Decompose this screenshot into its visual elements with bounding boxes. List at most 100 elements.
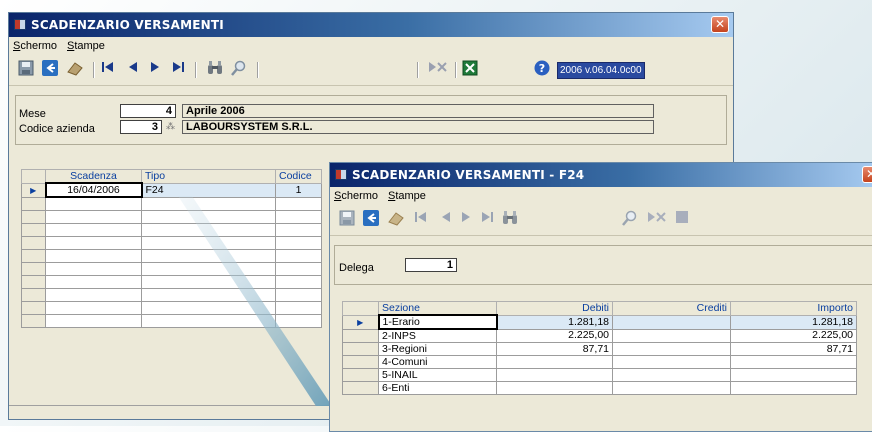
table-row[interactable]: ▶ 16/04/2006 F24 1 <box>21 182 322 198</box>
floppy-icon[interactable] <box>17 60 35 80</box>
cell-sezione[interactable]: 4-Comuni <box>378 355 497 369</box>
mese-label: Mese <box>19 108 46 120</box>
col-tipo[interactable]: Tipo <box>141 169 276 184</box>
table-row[interactable] <box>21 262 322 276</box>
table-row[interactable] <box>21 301 322 315</box>
col-importo[interactable]: Importo <box>730 301 857 316</box>
cell-debiti[interactable] <box>496 381 613 395</box>
row-indicator-icon: ▶ <box>21 182 46 198</box>
first-record-icon[interactable] <box>412 210 430 230</box>
cell-importo[interactable] <box>730 381 857 395</box>
magnifier-icon[interactable] <box>620 210 640 230</box>
table-row[interactable]: 5-INAIL <box>342 368 857 382</box>
table-row[interactable] <box>21 314 322 328</box>
cell-importo[interactable]: 87,71 <box>730 342 857 356</box>
cell-crediti[interactable] <box>612 314 731 330</box>
cell-crediti[interactable] <box>612 368 731 382</box>
table-row[interactable] <box>21 196 322 211</box>
stop-icon[interactable] <box>674 210 690 230</box>
cell-crediti[interactable] <box>612 381 731 395</box>
toolbar-separator <box>195 62 197 78</box>
table-row[interactable] <box>21 249 322 263</box>
table-row[interactable]: 6-Enti <box>342 381 857 395</box>
scadenze-table: Scadenza Tipo Codice ▶ 16/04/2006 F24 1 <box>21 169 322 328</box>
col-scadenza[interactable]: Scadenza <box>45 169 142 184</box>
cell-sezione[interactable]: 6-Enti <box>378 381 497 395</box>
table-row[interactable]: 3-Regioni 87,71 87,71 <box>342 342 857 356</box>
menu-stampe[interactable]: Stampe <box>388 190 426 202</box>
next-record-icon[interactable] <box>147 60 163 80</box>
magnifier-icon[interactable] <box>229 60 249 80</box>
f24-menubar: Schermo Stampe <box>330 187 872 205</box>
excel-icon[interactable] <box>461 60 479 80</box>
mese-number-field[interactable]: 4 <box>120 104 176 118</box>
prev-record-icon[interactable] <box>125 60 141 80</box>
cell-crediti[interactable] <box>612 355 731 369</box>
table-row[interactable] <box>21 210 322 224</box>
cell-sezione[interactable]: 1-Erario <box>377 314 498 330</box>
table-row[interactable] <box>21 236 322 250</box>
toolbar-separator <box>417 62 419 78</box>
cell-codice[interactable]: 1 <box>275 182 322 198</box>
last-record-icon[interactable] <box>169 60 187 80</box>
col-crediti[interactable]: Crediti <box>612 301 731 316</box>
main-menubar: Schermo Stampe <box>9 37 733 55</box>
cell-debiti[interactable]: 87,71 <box>496 342 613 356</box>
table-row[interactable] <box>21 288 322 302</box>
main-titlebar[interactable]: SCADENZARIO VERSAMENTI ✕ <box>9 13 733 37</box>
binoculars-icon[interactable] <box>500 210 520 230</box>
cell-scadenza[interactable]: 16/04/2006 <box>44 182 143 198</box>
cell-debiti[interactable] <box>496 355 613 369</box>
cell-importo[interactable] <box>730 355 857 369</box>
azienda-number-field[interactable]: 3 <box>120 120 162 134</box>
table-row[interactable]: 4-Comuni <box>342 355 857 369</box>
prev-record-icon[interactable] <box>438 210 454 230</box>
close-button[interactable]: ✕ <box>711 16 729 33</box>
table-row[interactable] <box>21 275 322 289</box>
col-debiti[interactable]: Debiti <box>496 301 613 316</box>
col-codice[interactable]: Codice <box>275 169 322 184</box>
delega-panel: Delega 1 <box>334 245 872 285</box>
f24-close-button[interactable]: ✕ <box>862 166 872 183</box>
back-arrow-icon[interactable] <box>362 210 380 230</box>
main-title: SCADENZARIO VERSAMENTI <box>31 18 224 32</box>
table-header-row: Sezione Debiti Crediti Importo <box>342 301 857 316</box>
row-indicator-icon: ▶ <box>342 314 379 330</box>
floppy-icon[interactable] <box>338 210 356 230</box>
menu-schermo[interactable]: Schermo <box>334 190 378 202</box>
last-record-icon[interactable] <box>478 210 496 230</box>
cell-importo[interactable]: 1.281,18 <box>730 314 857 330</box>
export-icon[interactable] <box>427 60 449 80</box>
export-icon[interactable] <box>646 210 668 230</box>
first-record-icon[interactable] <box>99 60 117 80</box>
cell-debiti[interactable]: 1.281,18 <box>496 314 613 330</box>
eraser-icon[interactable] <box>65 60 85 80</box>
f24-window: SCADENZARIO VERSAMENTI - F24 ✕ Schermo S… <box>329 162 872 432</box>
next-record-icon[interactable] <box>458 210 474 230</box>
toolbar-separator <box>93 62 95 78</box>
table-row[interactable]: 2-INPS 2.225,00 2.225,00 <box>342 328 857 343</box>
help-icon[interactable]: ? <box>533 60 551 80</box>
cell-debiti[interactable] <box>496 368 613 382</box>
cell-debiti[interactable]: 2.225,00 <box>496 328 613 343</box>
table-row[interactable]: ▶ 1-Erario 1.281,18 1.281,18 <box>342 314 857 330</box>
cell-importo[interactable]: 2.225,00 <box>730 328 857 343</box>
lookup-icon[interactable]: ⁂ <box>166 121 175 132</box>
cell-sezione[interactable]: 2-INPS <box>378 328 497 343</box>
table-row[interactable] <box>21 223 322 237</box>
f24-titlebar[interactable]: SCADENZARIO VERSAMENTI - F24 ✕ <box>330 163 872 187</box>
f24-toolbar <box>330 205 872 236</box>
cell-importo[interactable] <box>730 368 857 382</box>
cell-sezione[interactable]: 3-Regioni <box>378 342 497 356</box>
cell-crediti[interactable] <box>612 328 731 343</box>
delega-field[interactable]: 1 <box>405 258 457 272</box>
menu-stampe[interactable]: Stampe <box>67 40 105 52</box>
menu-schermo[interactable]: Schermo <box>13 40 57 52</box>
cell-sezione[interactable]: 5-INAIL <box>378 368 497 382</box>
col-sezione[interactable]: Sezione <box>378 301 497 316</box>
binoculars-icon[interactable] <box>205 60 225 80</box>
cell-crediti[interactable] <box>612 342 731 356</box>
cell-tipo[interactable]: F24 <box>141 182 276 198</box>
eraser-icon[interactable] <box>386 210 406 230</box>
back-arrow-icon[interactable] <box>41 60 59 80</box>
